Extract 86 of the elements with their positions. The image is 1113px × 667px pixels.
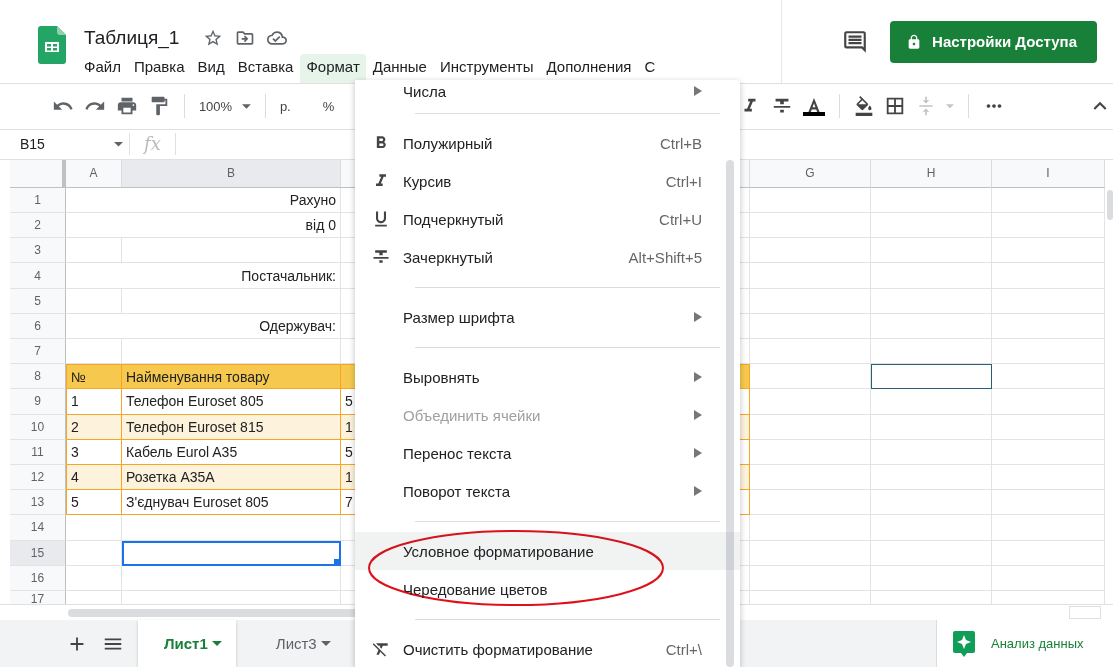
table-cell: Розетка А35А	[122, 464, 341, 491]
currency-format-button[interactable]: р.	[279, 98, 291, 114]
zoom-select[interactable]: 100%	[198, 98, 233, 114]
table-cell: від 0	[66, 213, 341, 239]
table-cell: 1	[66, 389, 122, 415]
scrollbar-thumb[interactable]	[726, 160, 734, 667]
row-number[interactable]: 12	[10, 464, 66, 491]
table-cell: Постачальник:	[66, 263, 341, 289]
row-number[interactable]: 4	[10, 263, 66, 289]
table-cell: Телефон Euroset 805	[122, 389, 341, 415]
active-cell[interactable]	[122, 540, 341, 566]
caret-icon	[242, 103, 251, 109]
menu-bar-item[interactable]: Данные	[366, 54, 433, 83]
row-number[interactable]: 1	[10, 187, 66, 214]
sheet-tab[interactable]: Лист1	[138, 620, 236, 667]
table-cell: 4	[66, 464, 122, 491]
row-number[interactable]: 7	[10, 339, 66, 365]
menu-bar-item[interactable]: Дополнения	[540, 54, 638, 83]
submenu-arrow-icon	[694, 86, 702, 96]
sparkle-icon	[953, 630, 975, 657]
row-number[interactable]: 11	[10, 439, 66, 465]
table-cell: Телефон Euroset 815	[122, 414, 341, 440]
row-number[interactable]: 16	[10, 565, 66, 591]
submenu-arrow-icon	[694, 448, 702, 458]
fill-color-icon[interactable]	[854, 96, 875, 117]
table-cell: Рахуно	[66, 187, 341, 214]
submenu-arrow-icon	[694, 486, 702, 496]
submenu-arrow-icon	[694, 372, 702, 382]
caret-icon	[114, 142, 123, 147]
text-color-icon[interactable]	[803, 96, 826, 116]
column-header[interactable]: G	[750, 159, 871, 188]
menu-bar-item[interactable]: Формат	[300, 54, 366, 83]
table-cell: 5	[66, 490, 122, 516]
percent-format-button[interactable]: %	[322, 98, 335, 114]
menu-bar-item[interactable]: С	[638, 54, 662, 83]
menu-bar-item[interactable]: Вставка	[231, 54, 300, 83]
table-cell: Кабель Eurol A35	[122, 439, 341, 465]
explore-button[interactable]: Анализ данных	[936, 620, 1113, 667]
column-header[interactable]: B	[122, 159, 341, 188]
scrollbar-thumb[interactable]	[1107, 189, 1113, 220]
comment-icon[interactable]	[842, 28, 869, 55]
column-header[interactable]: I	[992, 159, 1105, 188]
row-number[interactable]: 8	[10, 364, 66, 390]
share-button[interactable]: Настройки Доступа	[890, 20, 1097, 63]
table-cell: 2	[66, 414, 122, 440]
row-number[interactable]: 10	[10, 414, 66, 440]
row-number[interactable]: 15	[10, 540, 66, 566]
menu-item[interactable]: Полужирный Ctrl+B	[355, 124, 740, 162]
submenu-arrow-icon	[694, 410, 702, 420]
row-number[interactable]: 5	[10, 288, 66, 314]
menu-bar-item[interactable]: Вид	[191, 54, 231, 83]
menu-item[interactable]: Числа	[355, 80, 740, 102]
document-title[interactable]: Таблиця_1	[84, 27, 180, 49]
table-cell: Найменування товару	[122, 364, 341, 390]
row-number[interactable]: 9	[10, 389, 66, 415]
row-number[interactable]: 6	[10, 313, 66, 339]
function-label: fx	[130, 133, 176, 156]
menu-item[interactable]: Курсив Ctrl+I	[355, 162, 740, 200]
table-cell: 3	[66, 439, 122, 465]
row-number[interactable]: 13	[10, 490, 66, 516]
row-number[interactable]: 3	[10, 238, 66, 264]
table-cell: Одержувач:	[66, 313, 341, 339]
cloud-check-icon[interactable]	[267, 28, 288, 48]
caret-icon	[946, 104, 955, 109]
caret-icon	[211, 641, 222, 646]
sheet-tab[interactable]: Лист3	[249, 620, 345, 667]
row-number[interactable]: 2	[10, 213, 66, 239]
menu-bar-item[interactable]: Правка	[127, 54, 191, 83]
menu-item[interactable]: Зачеркнутый Alt+Shift+5	[355, 238, 740, 276]
submenu-arrow-icon	[694, 312, 702, 322]
menu-item[interactable]: Очистить форматирование Ctrl+\	[355, 630, 740, 667]
column-header[interactable]: H	[871, 159, 992, 188]
menu-item[interactable]: Чередование цветов	[355, 570, 740, 608]
menu-item[interactable]: Условное форматирование	[355, 532, 740, 570]
spreadsheet-logo-icon	[38, 26, 66, 64]
caret-icon	[320, 641, 331, 646]
table-cell: №	[66, 364, 122, 390]
menu-bar-item[interactable]: Инструменты	[433, 54, 540, 83]
table-cell: З'єднувач Euroset 805	[122, 490, 341, 516]
name-box[interactable]: B15	[20, 133, 130, 156]
menu-item[interactable]: Размер шрифта	[355, 298, 740, 336]
menu-item[interactable]: Подчеркнутый Ctrl+U	[355, 200, 740, 238]
menu-bar-item[interactable]: Файл	[78, 54, 127, 83]
column-header[interactable]: A	[66, 159, 122, 188]
move-folder-icon[interactable]	[235, 28, 256, 48]
row-number[interactable]: 14	[10, 515, 66, 541]
